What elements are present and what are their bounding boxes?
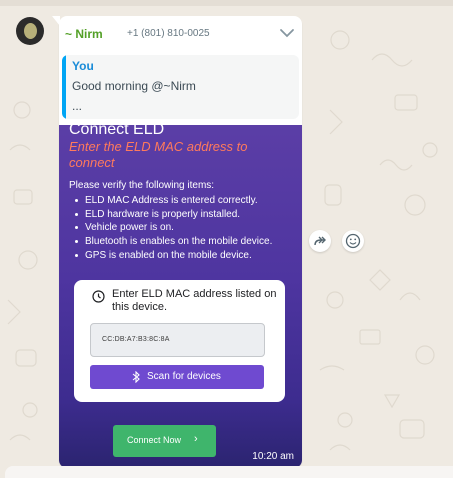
quoted-message[interactable]: You Good morning @~Nirm ... — [62, 55, 299, 119]
media-subtitle: Enter the ELD MAC address to connect — [69, 139, 248, 170]
image-attachment[interactable]: Connect ELD Enter the ELD MAC address to… — [59, 125, 302, 468]
connect-label: Connect Now — [127, 435, 182, 445]
mac-address-field: CC:DB:A7:B3:8C:8A — [90, 323, 265, 357]
checklist-item: Vehicle power is on. — [73, 221, 299, 235]
sender-phone: +1 (801) 810-0025 — [127, 28, 210, 39]
connect-arrow: › — [194, 433, 198, 445]
bluetooth-icon — [132, 371, 140, 383]
checklist-item: ELD MAC Address is entered correctly. — [73, 194, 299, 208]
bubble-tail — [52, 16, 60, 26]
quote-more: ... — [72, 99, 83, 113]
avatar[interactable] — [16, 17, 44, 45]
checklist: ELD MAC Address is entered correctly. EL… — [73, 194, 299, 263]
checklist-item: Bluetooth is enables on the mobile devic… — [73, 235, 299, 249]
clock-icon — [92, 290, 105, 303]
message-time: 10:20 am — [252, 451, 294, 462]
quote-text: Good morning @~Nirm — [72, 79, 196, 93]
composer-panel-edge — [5, 466, 453, 478]
connect-now-button: Connect Now › — [113, 425, 216, 457]
mac-card: Enter ELD MAC address listed on this dev… — [74, 280, 285, 402]
scan-label: Scan for devices — [147, 371, 221, 382]
scan-devices-button: Scan for devices — [90, 365, 264, 389]
chevron-down-icon[interactable] — [279, 26, 295, 40]
emoji-icon — [345, 233, 361, 249]
message-bubble: ~ Nirm +1 (801) 810-0025 You Good mornin… — [52, 16, 302, 468]
forward-button[interactable] — [309, 230, 331, 252]
emoji-react-button[interactable] — [342, 230, 364, 252]
card-label: Enter ELD MAC address listed on this dev… — [112, 288, 277, 313]
sender-row: ~ Nirm +1 (801) 810-0025 — [65, 26, 297, 42]
checklist-item: GPS is enabled on the mobile device. — [73, 249, 299, 263]
quote-author: You — [72, 59, 94, 73]
verify-heading: Please verify the following items: — [69, 180, 215, 191]
media-title: Connect ELD — [69, 125, 165, 138]
quote-bar — [62, 55, 66, 119]
sender-name[interactable]: ~ Nirm — [65, 27, 103, 41]
checklist-item: ELD hardware is properly installed. — [73, 208, 299, 222]
mac-address-value: CC:DB:A7:B3:8C:8A — [102, 336, 170, 343]
forward-icon — [314, 236, 326, 246]
